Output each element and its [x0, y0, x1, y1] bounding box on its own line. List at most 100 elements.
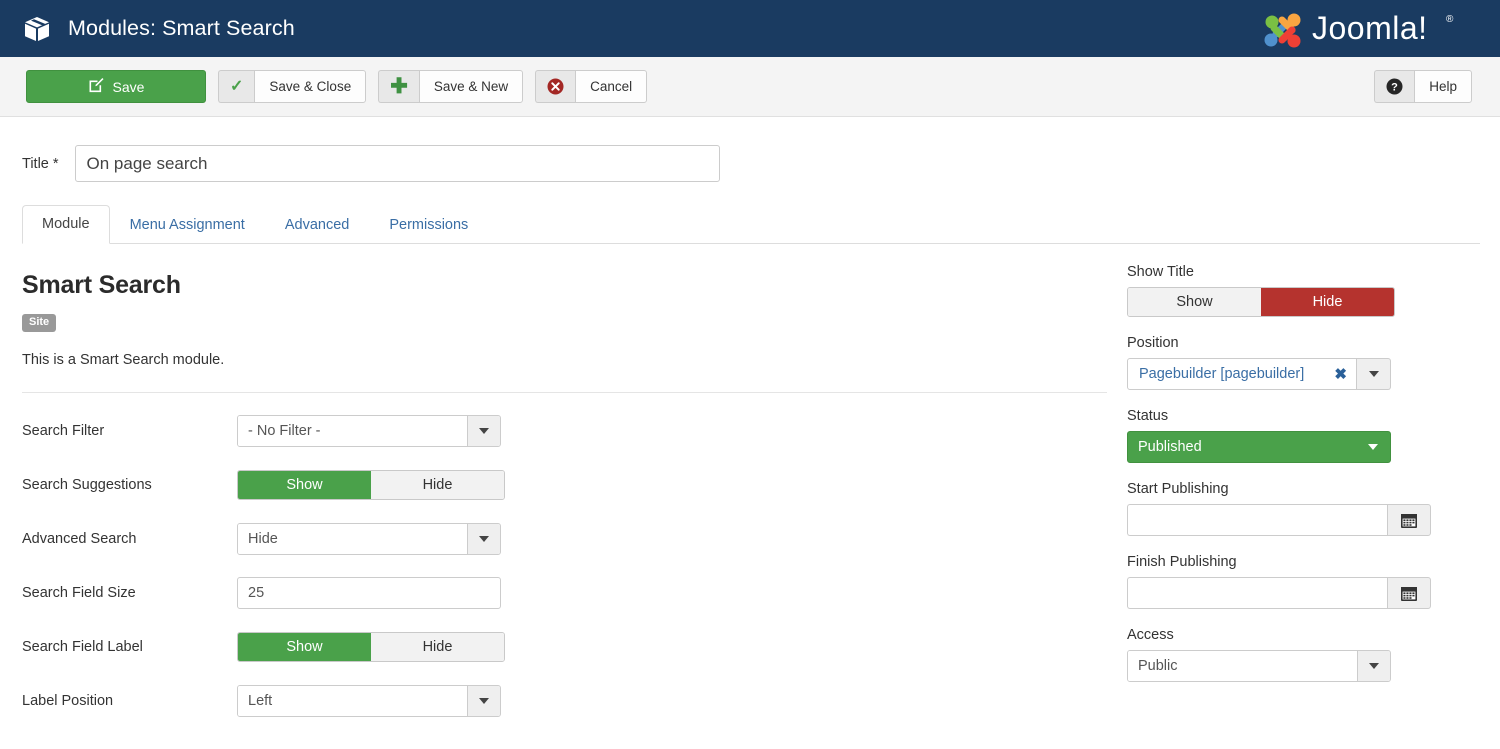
- save-new-button[interactable]: Save & New: [419, 70, 523, 103]
- field-row-search-field-size: Search Field Size: [22, 577, 1105, 609]
- search-field-label-show-option[interactable]: Show: [238, 633, 371, 661]
- search-suggestions-toggle[interactable]: Show Hide: [237, 470, 505, 500]
- cancel-circle-icon[interactable]: [535, 70, 575, 103]
- close-x-icon[interactable]: ✖: [1326, 365, 1347, 383]
- save-button-label: Save: [113, 79, 145, 95]
- status-label: Status: [1127, 408, 1445, 424]
- show-title-label: Show Title: [1127, 264, 1445, 280]
- joomla-logo[interactable]: Joomla! ®: [1260, 6, 1480, 52]
- module-heading: Smart Search: [22, 271, 1105, 300]
- cancel-button-group[interactable]: Cancel: [535, 70, 647, 103]
- title-field-label: Title *: [22, 156, 59, 172]
- toolbar: Save ✓ Save & Close ✚ Save & New Cancel …: [0, 57, 1500, 117]
- save-close-button[interactable]: Save & Close: [254, 70, 366, 103]
- header-left-group: Modules: Smart Search: [22, 14, 295, 44]
- label-position-label: Label Position: [22, 693, 237, 709]
- svg-text:®: ®: [1446, 14, 1454, 25]
- chevron-down-icon[interactable]: [1356, 432, 1390, 462]
- start-publishing-field: [1127, 504, 1431, 536]
- access-block: Access Public: [1127, 627, 1445, 682]
- show-title-show-option[interactable]: Show: [1128, 288, 1261, 316]
- position-label: Position: [1127, 335, 1445, 351]
- access-select[interactable]: Public: [1127, 650, 1391, 682]
- search-filter-label: Search Filter: [22, 423, 237, 439]
- question-circle-icon[interactable]: ?: [1374, 70, 1414, 103]
- finish-publishing-input[interactable]: [1127, 577, 1387, 609]
- search-suggestions-hide-option[interactable]: Hide: [371, 471, 504, 499]
- sidebar-panel: Show Title Show Hide Position Pagebuilde…: [1105, 244, 1445, 717]
- finish-publishing-block: Finish Publishing: [1127, 554, 1445, 609]
- calendar-icon[interactable]: [1387, 577, 1431, 609]
- status-select[interactable]: Published: [1127, 431, 1391, 463]
- cancel-button[interactable]: Cancel: [575, 70, 647, 103]
- access-label: Access: [1127, 627, 1445, 643]
- advanced-search-label: Advanced Search: [22, 531, 237, 547]
- field-row-search-field-label: Search Field Label Show Hide: [22, 631, 1105, 663]
- edit-square-icon: [88, 77, 104, 96]
- chevron-down-icon[interactable]: [467, 686, 500, 716]
- show-title-hide-option[interactable]: Hide: [1261, 288, 1394, 316]
- content-area: Smart Search Site This is a Smart Search…: [0, 244, 1500, 717]
- search-field-label-hide-option[interactable]: Hide: [371, 633, 504, 661]
- divider: [22, 392, 1107, 393]
- status-value: Published: [1128, 432, 1356, 462]
- chevron-down-icon[interactable]: [467, 416, 500, 446]
- page-title: Modules: Smart Search: [68, 16, 295, 41]
- start-publishing-label: Start Publishing: [1127, 481, 1445, 497]
- plus-icon[interactable]: ✚: [378, 70, 419, 103]
- advanced-search-select[interactable]: Hide: [237, 523, 501, 555]
- position-field-wrap: Pagebuilder [pagebuilder] ✖: [1127, 358, 1391, 390]
- title-row: Title *: [0, 117, 1500, 182]
- show-title-toggle[interactable]: Show Hide: [1127, 287, 1395, 317]
- save-button[interactable]: Save: [26, 70, 206, 103]
- position-value: Pagebuilder [pagebuilder]: [1139, 366, 1304, 382]
- status-block: Status Published: [1127, 408, 1445, 463]
- calendar-icon[interactable]: [1387, 504, 1431, 536]
- search-field-size-label: Search Field Size: [22, 585, 237, 601]
- svg-text:Joomla!: Joomla!: [1312, 10, 1428, 46]
- module-description: This is a Smart Search module.: [22, 352, 1105, 368]
- search-field-size-input[interactable]: [237, 577, 501, 609]
- search-suggestions-label: Search Suggestions: [22, 477, 237, 493]
- show-title-block: Show Title Show Hide: [1127, 264, 1445, 317]
- title-input[interactable]: [75, 145, 720, 182]
- save-button-group: Save: [26, 70, 206, 103]
- field-row-label-position: Label Position Left: [22, 685, 1105, 717]
- field-row-search-filter: Search Filter - No Filter -: [22, 415, 1105, 447]
- label-position-select[interactable]: Left: [237, 685, 501, 717]
- field-row-advanced-search: Advanced Search Hide: [22, 523, 1105, 555]
- save-close-button-group[interactable]: ✓ Save & Close: [218, 70, 366, 103]
- help-button[interactable]: Help: [1414, 70, 1472, 103]
- search-field-label-toggle[interactable]: Show Hide: [237, 632, 505, 662]
- module-settings-panel: Smart Search Site This is a Smart Search…: [0, 244, 1105, 717]
- field-row-search-suggestions: Search Suggestions Show Hide: [22, 469, 1105, 501]
- label-position-value: Left: [238, 686, 467, 716]
- access-value: Public: [1128, 651, 1357, 681]
- start-publishing-input[interactable]: [1127, 504, 1387, 536]
- position-field[interactable]: Pagebuilder [pagebuilder] ✖: [1127, 358, 1357, 390]
- tab-permissions[interactable]: Permissions: [369, 206, 488, 244]
- tab-bar: Module Menu Assignment Advanced Permissi…: [22, 204, 1480, 244]
- tab-advanced[interactable]: Advanced: [265, 206, 370, 244]
- box-icon: [22, 14, 52, 44]
- search-field-label-label: Search Field Label: [22, 639, 237, 655]
- tab-menu-assignment[interactable]: Menu Assignment: [110, 206, 265, 244]
- chevron-down-icon[interactable]: [1357, 651, 1390, 681]
- search-filter-select[interactable]: - No Filter -: [237, 415, 501, 447]
- tab-module[interactable]: Module: [22, 205, 110, 244]
- start-publishing-block: Start Publishing: [1127, 481, 1445, 536]
- position-block: Position Pagebuilder [pagebuilder] ✖: [1127, 335, 1445, 390]
- help-button-group[interactable]: ? Help: [1374, 70, 1472, 103]
- search-filter-value: - No Filter -: [238, 416, 467, 446]
- status-badge: Site: [22, 314, 56, 332]
- chevron-down-icon[interactable]: [1357, 358, 1391, 390]
- app-header: Modules: Smart Search Joomla! ®: [0, 0, 1500, 57]
- chevron-down-icon[interactable]: [467, 524, 500, 554]
- svg-text:?: ?: [1391, 81, 1398, 93]
- save-new-button-group[interactable]: ✚ Save & New: [378, 70, 523, 103]
- search-suggestions-show-option[interactable]: Show: [238, 471, 371, 499]
- finish-publishing-label: Finish Publishing: [1127, 554, 1445, 570]
- advanced-search-value: Hide: [238, 524, 467, 554]
- check-icon[interactable]: ✓: [218, 70, 254, 103]
- finish-publishing-field: [1127, 577, 1431, 609]
